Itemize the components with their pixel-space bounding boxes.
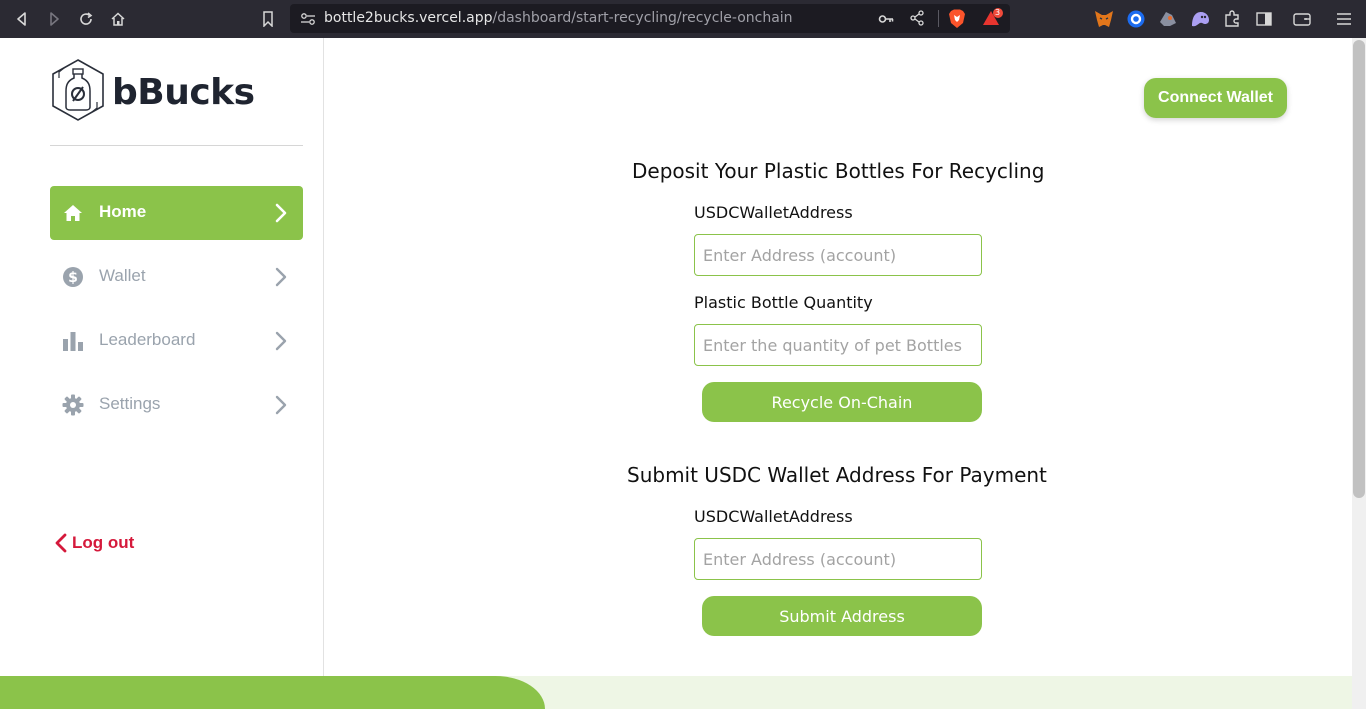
browser-toolbar: bottle2bucks.vercel.app/dashboard/start-…	[0, 0, 1366, 38]
wallet-address-input[interactable]	[694, 234, 982, 276]
payment-form-title: Submit USDC Wallet Address For Payment	[627, 463, 1047, 487]
site-settings-icon[interactable]	[300, 11, 316, 30]
chevron-right-icon	[271, 266, 291, 288]
url-host: bottle2bucks.vercel.app	[324, 10, 493, 26]
forward-icon[interactable]	[43, 8, 65, 30]
chevron-right-icon	[271, 394, 291, 416]
sidebar-item-settings[interactable]: Settings	[50, 378, 303, 432]
recycle-onchain-button[interactable]: Recycle On-Chain	[702, 382, 982, 422]
payment-wallet-input[interactable]	[694, 538, 982, 580]
sidebar-item-label: Wallet	[99, 266, 146, 285]
home-icon	[61, 201, 85, 225]
url-text: bottle2bucks.vercel.app/dashboard/start-…	[324, 10, 793, 26]
sidebar-item-leaderboard[interactable]: Leaderboard	[50, 314, 303, 368]
bottle-quantity-label: Plastic Bottle Quantity	[694, 293, 873, 312]
key-icon[interactable]	[878, 11, 894, 30]
extensions-icon[interactable]	[1221, 8, 1243, 30]
bookmark-icon[interactable]	[257, 8, 279, 30]
brave-shields-icon[interactable]	[948, 9, 966, 33]
sidebar-item-label: Home	[99, 202, 147, 221]
notification-count: 3	[995, 8, 1001, 17]
metamask-icon[interactable]	[1093, 8, 1115, 30]
bar-chart-icon	[61, 329, 85, 353]
sidebar: bBucks Home $ Wallet Leaderboard Setting…	[0, 38, 324, 676]
sidebar-item-label: Settings	[99, 394, 161, 413]
logout-label: Log out	[72, 533, 135, 552]
address-bar[interactable]: bottle2bucks.vercel.app/dashboard/start-…	[290, 4, 1010, 33]
brand-name: bBucks	[112, 71, 255, 113]
sidebar-item-wallet[interactable]: $ Wallet	[50, 250, 303, 304]
wallet-address-label: USDCWalletAddress	[694, 203, 853, 222]
main-content: Connect Wallet Deposit Your Plastic Bott…	[324, 38, 1352, 676]
url-path: /dashboard/start-recycling/recycle-oncha…	[492, 10, 793, 26]
brand-logo[interactable]: bBucks	[50, 58, 255, 126]
submit-address-button[interactable]: Submit Address	[702, 596, 982, 636]
sidebar-divider	[50, 145, 303, 146]
share-icon[interactable]	[910, 10, 924, 30]
chevron-left-icon	[54, 532, 68, 554]
svg-text:$: $	[68, 270, 78, 286]
brave-rewards-icon[interactable]: 3	[982, 8, 1004, 32]
page-scrollbar-thumb[interactable]	[1353, 40, 1365, 498]
back-icon[interactable]	[11, 8, 33, 30]
chevron-right-icon	[271, 202, 291, 224]
logout-link[interactable]: Log out	[54, 532, 134, 554]
menu-icon[interactable]	[1333, 8, 1355, 30]
connect-wallet-button[interactable]: Connect Wallet	[1144, 78, 1287, 118]
recycle-form-title: Deposit Your Plastic Bottles For Recycli…	[632, 159, 1045, 183]
phantom-ext-icon[interactable]	[1189, 8, 1211, 30]
sidebar-item-home[interactable]: Home	[50, 186, 303, 240]
footer-green-shape	[0, 676, 545, 709]
wallet-ext-icon[interactable]	[1125, 8, 1147, 30]
chevron-right-icon	[271, 330, 291, 352]
url-divider	[938, 10, 939, 27]
sidebar-toggle-icon[interactable]	[1253, 8, 1275, 30]
home-page-icon[interactable]	[107, 8, 129, 30]
sidebar-item-label: Leaderboard	[99, 330, 196, 349]
payment-wallet-label: USDCWalletAddress	[694, 507, 853, 526]
gear-icon	[61, 393, 85, 417]
bottle-logo-icon	[50, 58, 106, 126]
rabby-ext-icon[interactable]	[1157, 8, 1179, 30]
reload-icon[interactable]	[75, 8, 97, 30]
browser-wallet-icon[interactable]	[1291, 8, 1313, 30]
bottle-quantity-input[interactable]	[694, 324, 982, 366]
dollar-circle-icon: $	[61, 265, 85, 289]
